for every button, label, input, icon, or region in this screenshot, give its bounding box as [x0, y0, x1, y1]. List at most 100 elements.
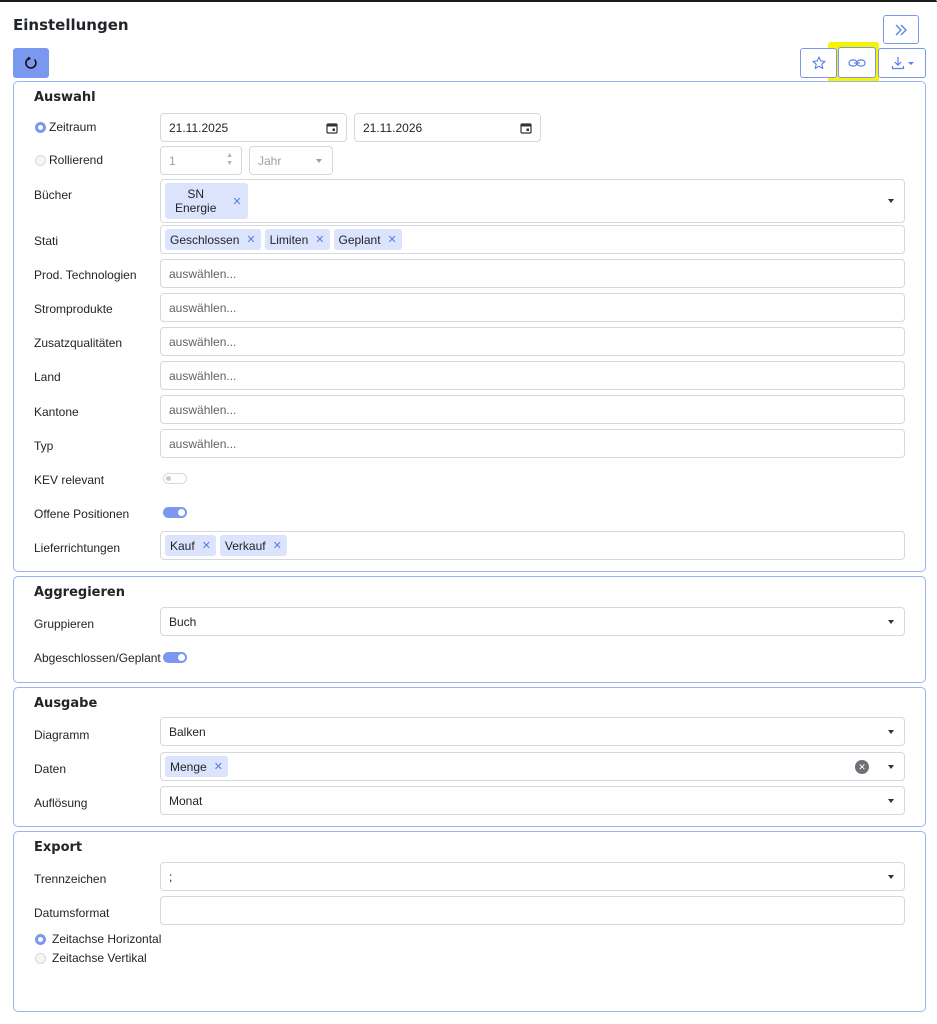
date-to-value: 21.11.2026 — [363, 120, 423, 135]
panel-aggregieren: Aggregieren Gruppieren Buch Abgeschlosse… — [13, 576, 926, 683]
calendar-icon — [326, 123, 338, 134]
copy-link-button[interactable] — [838, 47, 876, 78]
panel-ausgabe: Ausgabe Diagramm Balken Daten Menge ✕ ✕ A… — [13, 687, 926, 827]
tag-buch-line1: SN — [187, 187, 205, 201]
zeitachse-vertikal-label: Zeitachse Vertikal — [52, 951, 147, 965]
reload-button[interactable] — [13, 48, 49, 78]
stati-label: Stati — [34, 234, 59, 248]
tag-buch-line2: Energie — [175, 201, 217, 215]
panel-export: Export Trennzeichen ; Datumsformat Zeita… — [13, 831, 926, 1012]
tag-lieferrichtung: Verkauf ✕ — [219, 535, 287, 556]
page-title: Einstellungen — [13, 16, 129, 34]
date-from-input[interactable]: 21.11.2025 — [160, 113, 347, 142]
offene-positionen-label: Offene Positionen — [34, 507, 130, 521]
buecher-label: Bücher — [34, 188, 73, 202]
stati-select[interactable]: Geschlossen ✕ Limiten ✕ Geplant ✕ — [160, 225, 905, 254]
expand-panel-button[interactable] — [883, 15, 919, 44]
diagramm-label: Diagramm — [34, 728, 90, 742]
diagramm-value: Balken — [169, 724, 206, 739]
chevron-down-icon — [888, 619, 894, 624]
calendar-icon — [520, 123, 532, 134]
typ-label: Typ — [34, 439, 54, 453]
abgeschlossen-geplant-toggle[interactable] — [163, 652, 187, 663]
tag-stati: Limiten ✕ — [264, 229, 330, 250]
gruppieren-label: Gruppieren — [34, 617, 95, 631]
datumsformat-label: Datumsformat — [34, 906, 110, 920]
remove-tag-icon[interactable]: ✕ — [388, 233, 397, 246]
zusatzqualitaeten-select[interactable]: auswählen... — [160, 327, 905, 356]
gruppieren-value: Buch — [169, 614, 197, 629]
chevron-down-icon — [316, 158, 322, 163]
link-icon — [848, 58, 866, 67]
remove-tag-icon[interactable]: ✕ — [315, 233, 324, 246]
date-to-input[interactable]: 21.11.2026 — [354, 113, 541, 142]
panel-title-export: Export — [34, 840, 83, 855]
download-icon — [891, 57, 904, 70]
stromprodukte-select[interactable]: auswählen... — [160, 293, 905, 322]
panel-auswahl: Auswahl Zeitraum 21.11.2025 21.11.2026 R… — [13, 81, 926, 572]
trennzeichen-label: Trennzeichen — [34, 872, 107, 886]
stromprodukte-label: Stromprodukte — [34, 302, 113, 316]
rollierend-count-value: 1 — [169, 153, 176, 168]
download-button[interactable] — [878, 48, 926, 78]
zeitachse-horizontal-label: Zeitachse Horizontal — [52, 932, 162, 946]
kantone-select[interactable]: auswählen... — [160, 395, 905, 424]
daten-label: Daten — [34, 762, 67, 776]
trennzeichen-value: ; — [169, 869, 173, 884]
offene-positionen-toggle[interactable] — [163, 507, 187, 518]
prod-technologien-label: Prod. Technologien — [34, 268, 137, 282]
chevron-down-icon — [888, 764, 894, 769]
zeitraum-radio[interactable] — [35, 122, 46, 133]
panel-title-auswahl: Auswahl — [34, 90, 96, 105]
chevron-down-icon — [888, 874, 894, 879]
diagramm-select[interactable]: Balken — [160, 717, 905, 746]
reload-icon — [25, 56, 37, 69]
zeitraum-label: Zeitraum — [49, 120, 97, 134]
tag-daten: Menge ✕ — [165, 756, 228, 777]
tag-buch: SN Energie ✕ — [165, 183, 248, 219]
rollierend-count-stepper[interactable]: 1 ▲ ▼ — [160, 146, 242, 175]
land-label: Land — [34, 370, 61, 384]
favorite-button[interactable] — [800, 48, 837, 78]
clear-icon[interactable]: ✕ — [855, 760, 869, 774]
panel-title-aggregieren: Aggregieren — [34, 585, 125, 600]
remove-tag-icon[interactable]: ✕ — [232, 195, 241, 208]
rollierend-unit-select[interactable]: Jahr — [249, 146, 333, 175]
kev-relevant-toggle[interactable] — [163, 473, 187, 484]
star-icon — [811, 56, 826, 70]
zeitachse-vertikal-radio[interactable] — [35, 953, 46, 964]
zeitachse-horizontal-radio[interactable] — [35, 934, 46, 945]
datumsformat-input[interactable] — [160, 896, 905, 925]
kev-relevant-label: KEV relevant — [34, 473, 105, 487]
buecher-select[interactable]: SN Energie ✕ — [160, 179, 905, 223]
aufloesung-label: Auflösung — [34, 796, 88, 810]
lieferrichtungen-label: Lieferrichtungen — [34, 541, 121, 555]
date-from-value: 21.11.2025 — [169, 120, 229, 135]
chevron-down-icon — [888, 798, 894, 803]
remove-tag-icon[interactable]: ✕ — [273, 539, 282, 552]
aufloesung-select[interactable]: Monat — [160, 786, 905, 815]
rollierend-radio[interactable] — [35, 155, 46, 166]
land-select[interactable]: auswählen... — [160, 361, 905, 390]
remove-tag-icon[interactable]: ✕ — [202, 539, 211, 552]
lieferrichtungen-select[interactable]: Kauf ✕ Verkauf ✕ — [160, 531, 905, 560]
prod-technologien-select[interactable]: auswählen... — [160, 259, 905, 288]
double-chevron-right-icon — [895, 24, 907, 35]
tag-lieferrichtung: Kauf ✕ — [165, 535, 216, 556]
chevron-down-icon — [907, 61, 914, 65]
remove-tag-icon[interactable]: ✕ — [246, 233, 255, 246]
aufloesung-value: Monat — [169, 793, 203, 808]
rollierend-unit-value: Jahr — [258, 153, 282, 168]
daten-select[interactable]: Menge ✕ ✕ — [160, 752, 905, 781]
typ-select[interactable]: auswählen... — [160, 429, 905, 458]
remove-tag-icon[interactable]: ✕ — [214, 760, 223, 773]
zusatzqualitaeten-label: Zusatzqualitäten — [34, 336, 123, 350]
rollierend-label: Rollierend — [49, 153, 104, 167]
tag-stati: Geplant ✕ — [333, 229, 402, 250]
panel-title-ausgabe: Ausgabe — [34, 696, 98, 711]
window-top-border — [0, 0, 937, 2]
gruppieren-select[interactable]: Buch — [160, 607, 905, 636]
tag-stati: Geschlossen ✕ — [165, 229, 261, 250]
trennzeichen-select[interactable]: ; — [160, 862, 905, 891]
chevron-down-icon — [888, 729, 894, 734]
